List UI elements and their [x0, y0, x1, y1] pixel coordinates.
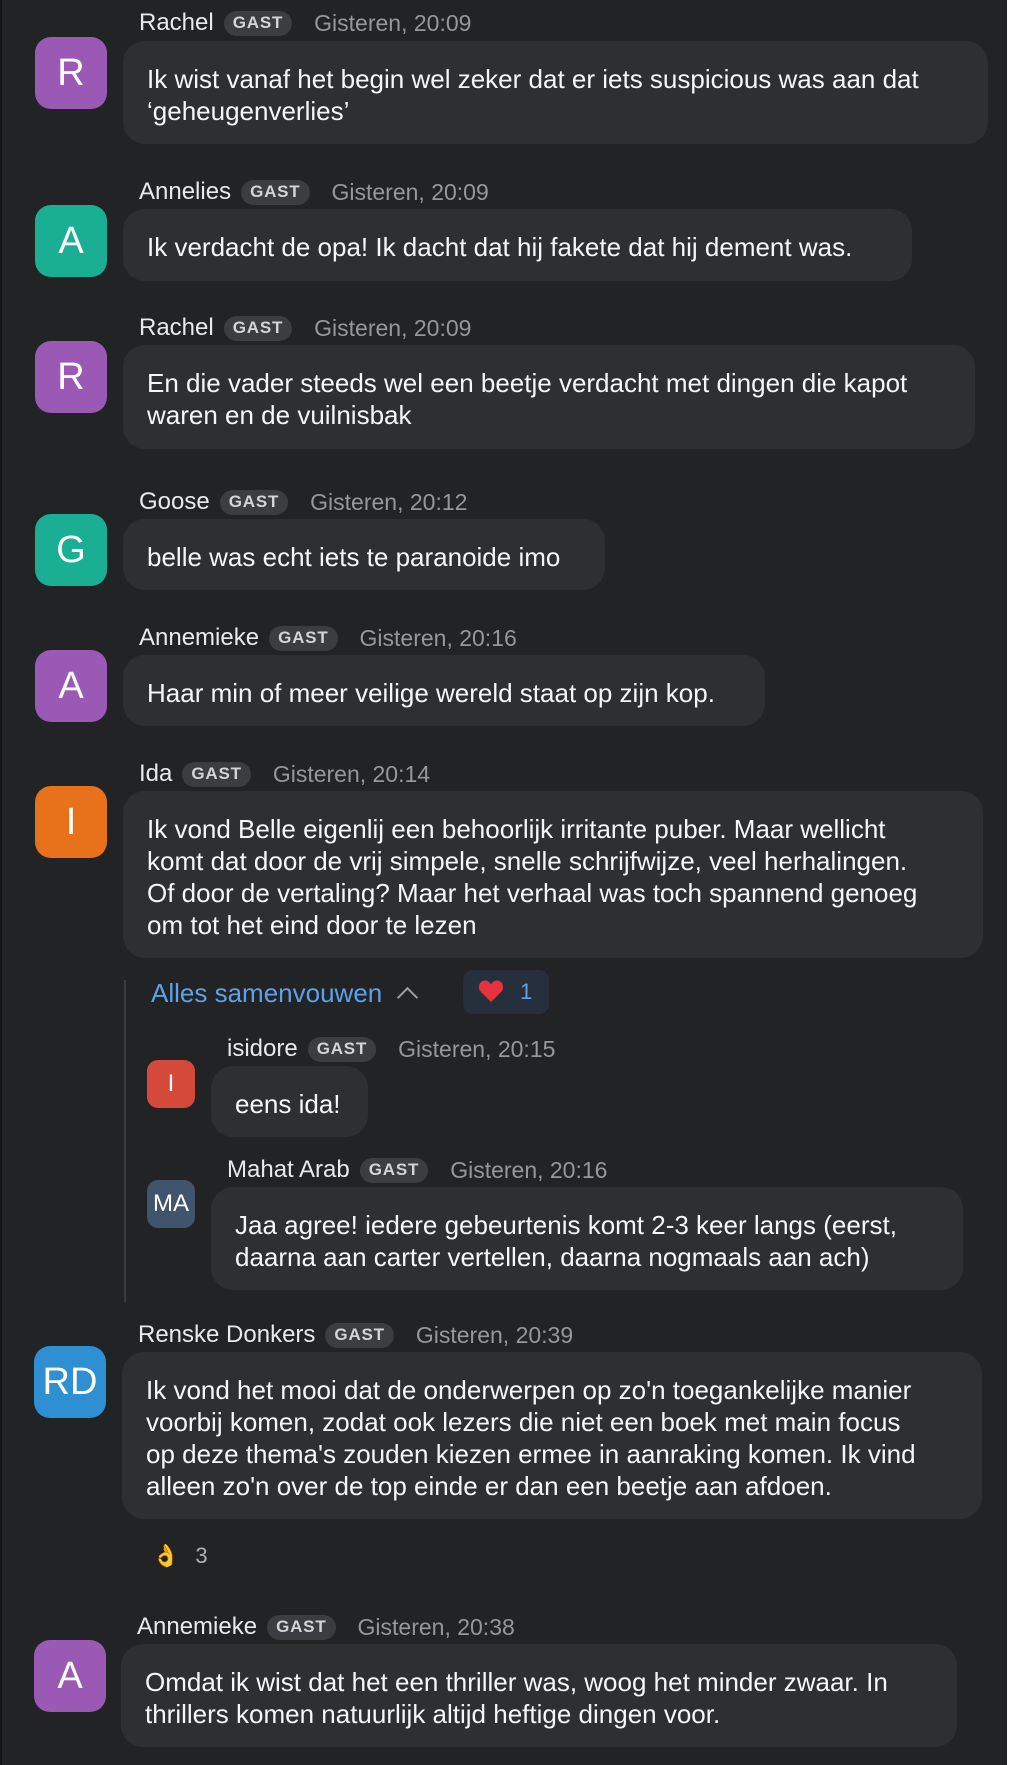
author-name[interactable]: Goose	[139, 488, 210, 516]
message-line: alleen zo'n over de top einde er dan een…	[146, 1471, 832, 1501]
window-right-edge	[1007, 0, 1023, 1765]
author-name[interactable]: Renske Donkers	[138, 1321, 315, 1349]
message-line: ‘geheugenverlies’	[147, 96, 350, 126]
thread-line	[124, 980, 126, 1302]
collapse-label: Alles samenvouwen	[151, 978, 383, 1008]
avatar[interactable]: MA	[147, 1180, 195, 1228]
avatar[interactable]: I	[147, 1060, 195, 1108]
message-line: belle was echt iets te paranoide imo	[147, 542, 561, 572]
heart-reaction[interactable]: 1	[463, 970, 549, 1014]
message-bubble[interactable]: En die vader steeds wel een beetje verda…	[123, 345, 975, 449]
guest-badge: GAST	[182, 761, 251, 787]
timestamp: Gisteren, 20:15	[398, 1035, 556, 1062]
message-header: Annemieke GAST Gisteren, 20:16	[139, 623, 517, 653]
author-name[interactable]: Annemieke	[137, 1613, 257, 1641]
message-line: Ik wist vanaf het begin wel zeker dat er…	[147, 64, 919, 94]
chevron-up-icon	[397, 986, 419, 1009]
guest-badge: GAST	[219, 489, 289, 515]
avatar[interactable]: A	[35, 650, 107, 722]
author-name[interactable]: Ida	[139, 760, 172, 788]
timestamp: Gisteren, 20:09	[314, 314, 472, 341]
message-header: isidore GAST Gisteren, 20:15	[227, 1034, 555, 1064]
avatar[interactable]: G	[35, 514, 107, 586]
guest-badge: GAST	[325, 1322, 394, 1348]
message-bubble[interactable]: Ik vond Belle eigenlij een behoorlijk ir…	[123, 791, 983, 958]
message-line: eens ida!	[235, 1089, 341, 1119]
message-line: Ik vond het mooi dat de onderwerpen op z…	[146, 1375, 912, 1405]
message-line: Ik verdacht de opa! Ik dacht dat hij fak…	[147, 232, 853, 262]
guest-badge: GAST	[307, 1036, 377, 1062]
heart-icon	[478, 979, 504, 1005]
timestamp: Gisteren, 20:14	[272, 760, 431, 787]
message-header: Annemieke GAST Gisteren, 20:38	[137, 1612, 515, 1642]
message-bubble[interactable]: eens ida!	[211, 1066, 368, 1137]
collapse-thread-button[interactable]: Alles samenvouwen	[151, 978, 419, 1009]
message-line: Jaa agree! iedere gebeurtenis komt 2-3 k…	[235, 1210, 897, 1240]
author-name[interactable]: Mahat Arab	[227, 1156, 350, 1184]
window-left-edge	[0, 0, 2, 1765]
timestamp: Gisteren, 20:39	[415, 1321, 574, 1348]
message-line: voorbij komen, zodat ook lezers die niet…	[146, 1407, 901, 1437]
avatar[interactable]: R	[35, 37, 107, 109]
timestamp: Gisteren, 20:09	[314, 9, 472, 36]
message-line: Omdat ik wist dat het een thriller was, …	[145, 1667, 888, 1697]
author-name[interactable]: Rachel	[139, 314, 214, 342]
reaction-count: 1	[520, 979, 533, 1004]
message-bubble[interactable]: Ik verdacht de opa! Ik dacht dat hij fak…	[123, 209, 912, 281]
message-line: komt dat door de vrij simpele, snelle sc…	[147, 846, 908, 876]
message-line: thrillers komen natuurlijk altijd heftig…	[145, 1699, 721, 1729]
message-header: Rachel GAST Gisteren, 20:09	[139, 8, 471, 38]
message-bubble[interactable]: Ik vond het mooi dat de onderwerpen op z…	[122, 1352, 982, 1519]
ok-hand-icon: 👌	[152, 1543, 180, 1568]
message-bubble[interactable]: Omdat ik wist dat het een thriller was, …	[121, 1644, 957, 1747]
message-line: Ik vond Belle eigenlij een behoorlijk ir…	[147, 814, 886, 844]
reaction-count: 3	[195, 1543, 208, 1568]
message-header: Rachel GAST Gisteren, 20:09	[139, 313, 471, 343]
guest-badge: GAST	[269, 625, 338, 651]
message-bubble[interactable]: Haar min of meer veilige wereld staat op…	[123, 655, 765, 726]
message-bubble[interactable]: Ik wist vanaf het begin wel zeker dat er…	[123, 41, 988, 144]
author-name[interactable]: Annemieke	[139, 624, 259, 652]
ok-hand-reaction[interactable]: 👌 3	[149, 1534, 229, 1578]
message-bubble[interactable]: Jaa agree! iedere gebeurtenis komt 2-3 k…	[211, 1187, 963, 1290]
avatar[interactable]: R	[35, 341, 107, 413]
avatar[interactable]: I	[35, 786, 107, 858]
message-line: Haar min of meer veilige wereld staat op…	[147, 678, 715, 708]
message-line: Of door de vertaling? Maar het verhaal w…	[147, 878, 918, 908]
guest-badge: GAST	[223, 315, 293, 341]
guest-badge: GAST	[359, 1157, 429, 1183]
timestamp: Gisteren, 20:09	[331, 178, 489, 205]
message-bubble[interactable]: belle was echt iets te paranoide imo	[123, 519, 605, 590]
guest-badge: GAST	[241, 179, 310, 205]
avatar[interactable]: A	[34, 1640, 106, 1712]
guest-badge: GAST	[267, 1614, 336, 1640]
message-header: Renske Donkers GAST Gisteren, 20:39	[138, 1320, 573, 1350]
author-name[interactable]: Rachel	[139, 9, 214, 37]
author-name[interactable]: isidore	[227, 1035, 298, 1063]
message-header: Mahat Arab GAST Gisteren, 20:16	[227, 1155, 607, 1185]
message-line: om tot het eind door te lezen	[147, 910, 477, 940]
timestamp: Gisteren, 20:16	[450, 1156, 608, 1183]
avatar[interactable]: RD	[34, 1346, 106, 1418]
message-header: Ida GAST Gisteren, 20:14	[139, 759, 430, 789]
timestamp: Gisteren, 20:38	[357, 1613, 515, 1640]
message-line: daarna aan carter vertellen, daarna nogm…	[235, 1242, 870, 1272]
author-name[interactable]: Annelies	[139, 178, 231, 206]
message-header: Annelies GAST Gisteren, 20:09	[139, 177, 489, 207]
message-line: waren en de vuilnisbak	[147, 400, 412, 430]
avatar[interactable]: A	[35, 205, 107, 277]
message-line: op deze thema's zouden kiezen ermee in a…	[146, 1439, 916, 1469]
timestamp: Gisteren, 20:16	[359, 624, 517, 651]
guest-badge: GAST	[223, 10, 293, 36]
message-line: En die vader steeds wel een beetje verda…	[147, 368, 908, 398]
timestamp: Gisteren, 20:12	[310, 488, 468, 515]
message-header: Goose GAST Gisteren, 20:12	[139, 487, 467, 517]
